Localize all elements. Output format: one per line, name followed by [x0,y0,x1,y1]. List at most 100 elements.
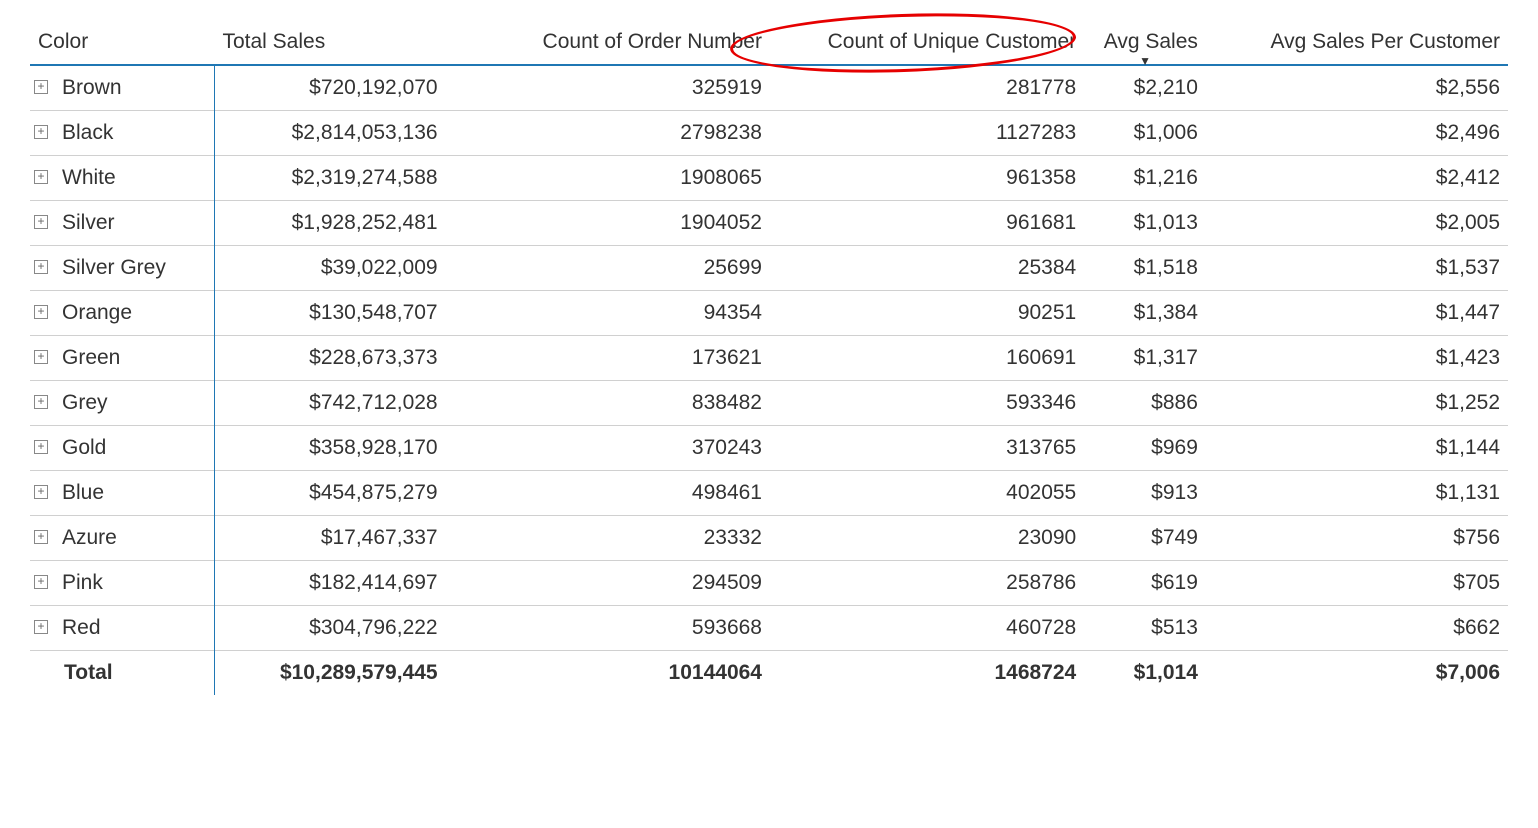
sort-descending-icon: ▼ [1139,54,1151,68]
cell-color[interactable]: + Pink [30,561,214,606]
cell-count-customer: 460728 [770,606,1084,651]
header-avg-per-customer-label: Avg Sales Per Customer [1270,30,1500,53]
color-label: Brown [62,76,122,99]
cell-color[interactable]: +Gold [30,426,214,471]
header-total-sales-label: Total Sales [222,30,325,53]
cell-avg-per-customer: $2,496 [1206,111,1508,156]
cell-count-customer: 313765 [770,426,1084,471]
expand-icon[interactable]: + [34,125,48,139]
color-label: Green [62,346,120,369]
cell-count-order: 25699 [446,246,770,291]
cell-total-sales: $304,796,222 [214,606,445,651]
table-row: +Black$2,814,053,13627982381127283$1,006… [30,111,1508,156]
cell-avg-per-customer: $1,537 [1206,246,1508,291]
cell-count-order: 1908065 [446,156,770,201]
table-row: + Orange $130,548,7079435490251$1,384$1,44… [30,291,1508,336]
cell-color[interactable]: + Orange [30,291,214,336]
cell-color[interactable]: +Silver Grey [30,246,214,291]
cell-avg-sales: $1,518 [1084,246,1206,291]
expand-icon[interactable]: + [34,80,48,94]
expand-icon[interactable]: + [34,395,48,409]
header-avg-sales[interactable]: Avg Sales ▼ [1084,20,1206,65]
cell-color[interactable]: + Blue [30,471,214,516]
header-count-customer-label: Count of Unique Customer [828,30,1077,53]
header-avg-per-customer[interactable]: Avg Sales Per Customer [1206,20,1508,65]
cell-count-customer: 90251 [770,291,1084,336]
cell-avg-sales: $886 [1084,381,1206,426]
cell-total-sales: $720,192,070 [214,65,445,111]
cell-total-sales: $130,548,707 [214,291,445,336]
cell-color[interactable]: +Grey [30,381,214,426]
table-row: + Azure $17,467,3372333223090$749$756 [30,516,1508,561]
cell-total-sales: $182,414,697 [214,561,445,606]
color-label: Red [62,616,101,639]
expand-icon[interactable]: + [34,620,48,634]
cell-total-sales: $17,467,337 [214,516,445,561]
cell-avg-per-customer: $2,412 [1206,156,1508,201]
cell-count-customer: 961681 [770,201,1084,246]
cell-avg-sales: $749 [1084,516,1206,561]
cell-avg-sales: $619 [1084,561,1206,606]
color-label: Black [62,121,113,144]
color-label: Pink [62,571,103,594]
cell-total-sales: $358,928,170 [214,426,445,471]
cell-total-sales: $228,673,373 [214,336,445,381]
cell-avg-sales: $513 [1084,606,1206,651]
cell-avg-sales: $1,317 [1084,336,1206,381]
header-count-customer[interactable]: Count of Unique Customer [770,20,1084,65]
table-row: +Brown$720,192,070325919281778$2,210$2,5… [30,65,1508,111]
cell-avg-per-customer: $756 [1206,516,1508,561]
table-row: +Silver Grey$39,022,0092569925384$1,518$… [30,246,1508,291]
cell-color[interactable]: + Brown [30,65,214,111]
color-label: Blue [62,481,104,504]
cell-count-order: 1904052 [446,201,770,246]
header-color[interactable]: Color [30,20,214,65]
table-row: +Pink$182,414,697294509258786$619$705 [30,561,1508,606]
cell-count-order: 94354 [446,291,770,336]
expand-icon[interactable]: + [34,440,48,454]
cell-avg-sales: $969 [1084,426,1206,471]
color-label: Azure [62,526,117,549]
header-count-order-label: Count of Order Number [543,30,762,53]
cell-avg-sales: $1,013 [1084,201,1206,246]
expand-icon[interactable]: + [34,215,48,229]
cell-total-sales: $742,712,028 [214,381,445,426]
header-total-sales[interactable]: Total Sales [214,20,445,65]
cell-count-customer: 25384 [770,246,1084,291]
cell-color[interactable]: + White [30,156,214,201]
cell-avg-sales: $1,384 [1084,291,1206,336]
cell-color[interactable]: + Azure [30,516,214,561]
cell-count-order: 23332 [446,516,770,561]
cell-count-order: 325919 [446,65,770,111]
cell-color[interactable]: + Green [30,336,214,381]
expand-icon[interactable]: + [34,350,48,364]
data-table: Color Total Sales Count of Order Number … [30,20,1508,695]
expand-icon[interactable]: + [34,305,48,319]
header-avg-sales-label: Avg Sales [1104,30,1198,53]
table-row: +Silver$1,928,252,4811904052961681$1,013… [30,201,1508,246]
color-label: White [62,166,116,189]
cell-count-customer: 23090 [770,516,1084,561]
table-row: +Grey$742,712,028838482593346$886$1,252 [30,381,1508,426]
expand-icon[interactable]: + [34,530,48,544]
total-avg-sales: $1,014 [1084,651,1206,696]
matrix-visual: Color Total Sales Count of Order Number … [30,20,1508,695]
cell-color[interactable]: +Silver [30,201,214,246]
header-color-label: Color [38,30,88,53]
cell-avg-sales: $2,210 [1084,65,1206,111]
expand-icon[interactable]: + [34,170,48,184]
header-count-order[interactable]: Count of Order Number [446,20,770,65]
total-label-cell: Total [30,651,214,696]
cell-color[interactable]: + Red [30,606,214,651]
expand-icon[interactable]: + [34,260,48,274]
table-row: +Green$228,673,373173621160691$1,317$1,4… [30,336,1508,381]
cell-color[interactable]: + Black [30,111,214,156]
total-count-order: 10144064 [446,651,770,696]
cell-avg-per-customer: $662 [1206,606,1508,651]
expand-icon[interactable]: + [34,485,48,499]
expand-icon[interactable]: + [34,575,48,589]
table-body: +Brown$720,192,070325919281778$2,210$2,5… [30,65,1508,695]
cell-avg-per-customer: $2,556 [1206,65,1508,111]
color-label: Orange [62,301,132,324]
cell-avg-per-customer: $1,447 [1206,291,1508,336]
